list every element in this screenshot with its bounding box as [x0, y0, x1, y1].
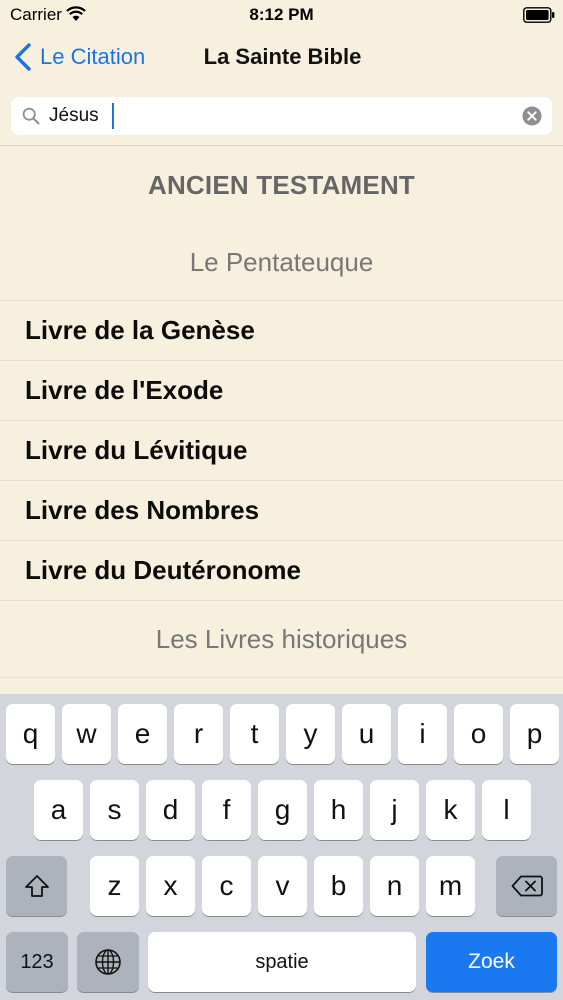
key-p[interactable]: p [510, 704, 559, 764]
key-l[interactable]: l [482, 780, 531, 840]
status-bar: Carrier 8:12 PM [0, 0, 563, 30]
book-list[interactable]: ANCIEN TESTAMENT Le Pentateuque Livre de… [0, 146, 563, 694]
list-item-genesis[interactable]: Livre de la Genèse [0, 301, 563, 361]
search-icon [22, 107, 40, 125]
key-e[interactable]: e [118, 704, 167, 764]
shift-key[interactable] [6, 856, 67, 916]
clear-icon[interactable] [522, 106, 542, 126]
shift-icon [24, 875, 49, 897]
delete-key[interactable] [496, 856, 557, 916]
group-header: Le Pentateuque [0, 224, 563, 301]
key-y[interactable]: y [286, 704, 335, 764]
search-input[interactable] [49, 102, 509, 130]
section-header: ANCIEN TESTAMENT [147, 169, 416, 200]
screen: Carrier 8:12 PM Le Citation La Sainte Bi… [0, 0, 563, 1000]
key-k[interactable]: k [426, 780, 475, 840]
key-m[interactable]: m [426, 856, 475, 916]
space-key[interactable]: spatie [148, 932, 416, 992]
navigation-bar: Le Citation La Sainte Bible [0, 30, 563, 86]
key-c[interactable]: c [202, 856, 251, 916]
page-title: La Sainte Bible [203, 44, 362, 69]
group-header: Les Livres historiques [0, 601, 563, 678]
key-i[interactable]: i [398, 704, 447, 764]
list-item-numbers[interactable]: Livre des Nombres [0, 481, 563, 541]
key-v[interactable]: v [258, 856, 307, 916]
key-r[interactable]: r [174, 704, 223, 764]
key-j[interactable]: j [370, 780, 419, 840]
key-g[interactable]: g [258, 780, 307, 840]
search-bar [0, 86, 563, 146]
key-a[interactable]: a [34, 780, 83, 840]
key-s[interactable]: s [90, 780, 139, 840]
list-item-deuteronomy[interactable]: Livre du Deutéronome [0, 541, 563, 601]
key-u[interactable]: u [342, 704, 391, 764]
search-return-key[interactable]: Zoek [426, 932, 557, 992]
key-n[interactable]: n [370, 856, 419, 916]
key-o[interactable]: o [454, 704, 503, 764]
key-h[interactable]: h [314, 780, 363, 840]
key-t[interactable]: t [230, 704, 279, 764]
status-time: 8:12 PM [249, 5, 314, 24]
globe-icon [95, 949, 121, 975]
list-item-leviticus[interactable]: Livre du Lévitique [0, 421, 563, 481]
key-z[interactable]: z [90, 856, 139, 916]
key-q[interactable]: q [6, 704, 55, 764]
key-w[interactable]: w [62, 704, 111, 764]
numbers-key[interactable]: 123 [6, 932, 68, 992]
key-f[interactable]: f [202, 780, 251, 840]
backspace-icon [511, 875, 543, 897]
keyboard: q w e r t y u i o p a s d f g h j k l z … [0, 694, 563, 1000]
search-field[interactable] [11, 97, 552, 135]
battery-icon [523, 7, 555, 23]
key-d[interactable]: d [146, 780, 195, 840]
globe-key[interactable] [77, 932, 139, 992]
key-x[interactable]: x [146, 856, 195, 916]
list-item-exodus[interactable]: Livre de l'Exode [0, 361, 563, 421]
key-b[interactable]: b [314, 856, 363, 916]
text-cursor [112, 103, 114, 129]
